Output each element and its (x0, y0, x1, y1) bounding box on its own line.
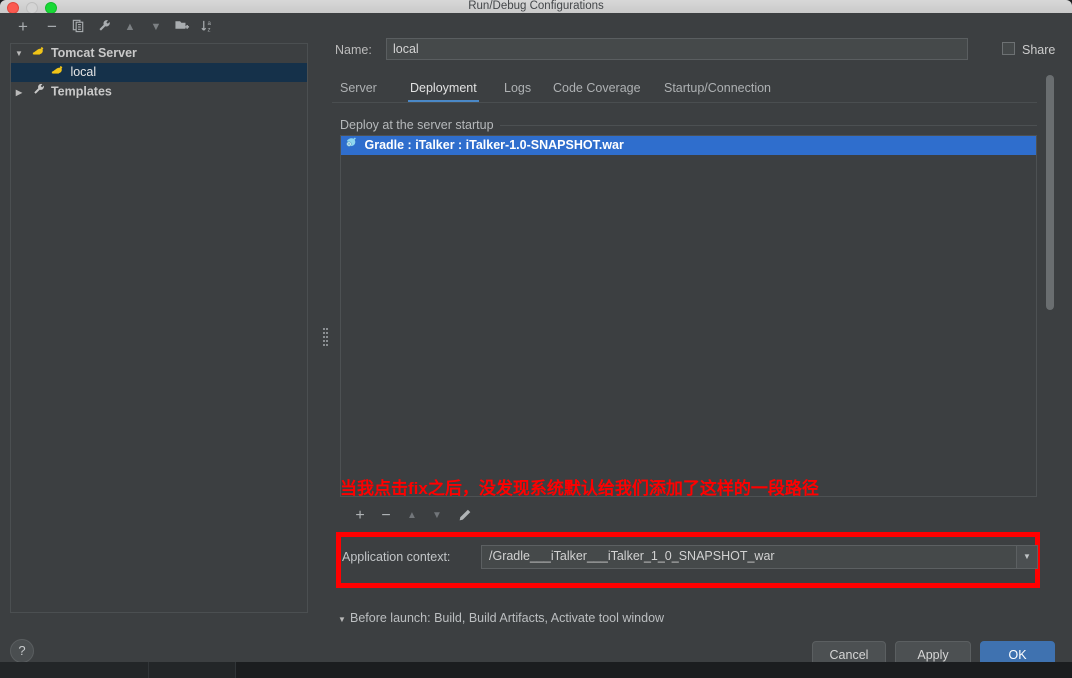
remove-icon[interactable]: − (42, 18, 62, 36)
chevron-down-icon[interactable]: ▼ (11, 44, 27, 63)
tabs-divider (332, 102, 1037, 103)
wrench-icon (30, 82, 47, 102)
tab-deployment[interactable]: Deployment (408, 75, 479, 103)
splitter-grip-icon[interactable] (323, 326, 327, 346)
tomcat-icon (30, 44, 47, 63)
move-down-icon[interactable]: ▼ (427, 506, 447, 526)
apply-button[interactable]: Apply (895, 641, 971, 662)
configurations-tree[interactable]: ▼ Tomcat Server local ▶ Templates (10, 43, 308, 613)
remove-artifact-icon[interactable]: − (376, 506, 396, 526)
new-folder-icon[interactable] (172, 18, 192, 36)
move-up-icon[interactable]: ▲ (120, 18, 140, 36)
tomcat-icon (50, 63, 67, 82)
list-item[interactable]: Gradle : iTalker : iTalker-1.0-SNAPSHOT.… (341, 136, 1036, 155)
window-title: Run/Debug Configurations (468, 0, 604, 12)
svg-text:z: z (208, 27, 211, 34)
before-launch-section[interactable]: ▼ Before launch: Build, Build Artifacts, … (338, 611, 671, 625)
artifacts-toolbar: + − ▲ ▼ (340, 503, 1037, 529)
tree-node-label: Templates (50, 84, 112, 99)
screenshot-root: Run/Debug Configurations + − ▲ ▼ a z ▼ T… (0, 0, 1072, 678)
configurations-toolbar: + − ▲ ▼ a z (0, 13, 318, 41)
configuration-editor-panel: Name: Share Server Deployment Logs Code … (332, 13, 1072, 619)
tree-node-label: Tomcat Server (50, 46, 137, 61)
move-down-icon[interactable]: ▼ (146, 18, 166, 36)
editor-tabs: Server Deployment Logs Code Coverage Sta… (332, 75, 1072, 103)
share-label: Share (1022, 43, 1056, 57)
run-debug-configurations-window: Run/Debug Configurations + − ▲ ▼ a z ▼ T… (0, 0, 1072, 662)
edit-artifact-icon[interactable] (454, 506, 474, 526)
deployment-artifacts-list[interactable]: Gradle : iTalker : iTalker-1.0-SNAPSHOT.… (340, 135, 1037, 497)
add-artifact-icon[interactable]: + (350, 506, 370, 526)
application-context-value: /Gradle___iTalker___iTalker_1_0_SNAPSHOT… (489, 549, 775, 563)
application-context-input[interactable]: /Gradle___iTalker___iTalker_1_0_SNAPSHOT… (481, 545, 1038, 569)
chevron-down-icon[interactable]: ▼ (1016, 546, 1037, 568)
deploy-section-title: Deploy at the server startup (340, 118, 500, 132)
before-launch-label: Before launch: Build, Build Artifacts, A… (350, 611, 665, 625)
desktop-tab-2 (149, 662, 236, 678)
ok-button[interactable]: OK (980, 641, 1055, 662)
chevron-down-icon[interactable]: ▼ (338, 615, 350, 624)
tree-node-label: local (70, 65, 97, 80)
tab-startup-connection[interactable]: Startup/Connection (662, 75, 773, 101)
sort-alpha-icon[interactable]: a z (198, 18, 218, 36)
name-label: Name: (335, 43, 372, 57)
edit-templates-icon[interactable] (94, 18, 114, 36)
tree-node-templates[interactable]: ▶ Templates (11, 82, 307, 101)
tree-node-tomcat-server[interactable]: ▼ Tomcat Server (11, 44, 307, 63)
gradle-icon (343, 136, 361, 155)
cancel-button[interactable]: Cancel (812, 641, 886, 662)
artifact-label: Gradle : iTalker : iTalker-1.0-SNAPSHOT.… (364, 138, 624, 152)
copy-icon[interactable] (68, 18, 88, 36)
panel-splitter[interactable] (318, 13, 332, 618)
tab-server[interactable]: Server (338, 75, 379, 101)
tab-logs[interactable]: Logs (502, 75, 533, 101)
title-bar: Run/Debug Configurations (0, 0, 1072, 14)
help-button[interactable]: ? (10, 639, 34, 662)
red-annotation-text: 当我点击fix之后，没发现系统默认给我们添加了这样的一段路径 (340, 479, 819, 498)
desktop-tab-1 (0, 662, 149, 678)
name-input[interactable] (386, 38, 968, 60)
chevron-right-icon[interactable]: ▶ (11, 83, 27, 102)
vertical-scrollbar-thumb[interactable] (1046, 75, 1054, 310)
application-context-label: Application context: (342, 550, 451, 564)
share-checkbox[interactable] (1002, 42, 1015, 55)
configurations-panel: + − ▲ ▼ a z ▼ Tomcat Server local ▶ Temp… (0, 13, 318, 618)
dialog-body: + − ▲ ▼ a z ▼ Tomcat Server local ▶ Temp… (0, 13, 1072, 662)
move-up-icon[interactable]: ▲ (402, 506, 422, 526)
tab-code-coverage[interactable]: Code Coverage (551, 75, 643, 101)
tree-node-local[interactable]: local (11, 63, 307, 82)
add-icon[interactable]: + (13, 18, 33, 36)
